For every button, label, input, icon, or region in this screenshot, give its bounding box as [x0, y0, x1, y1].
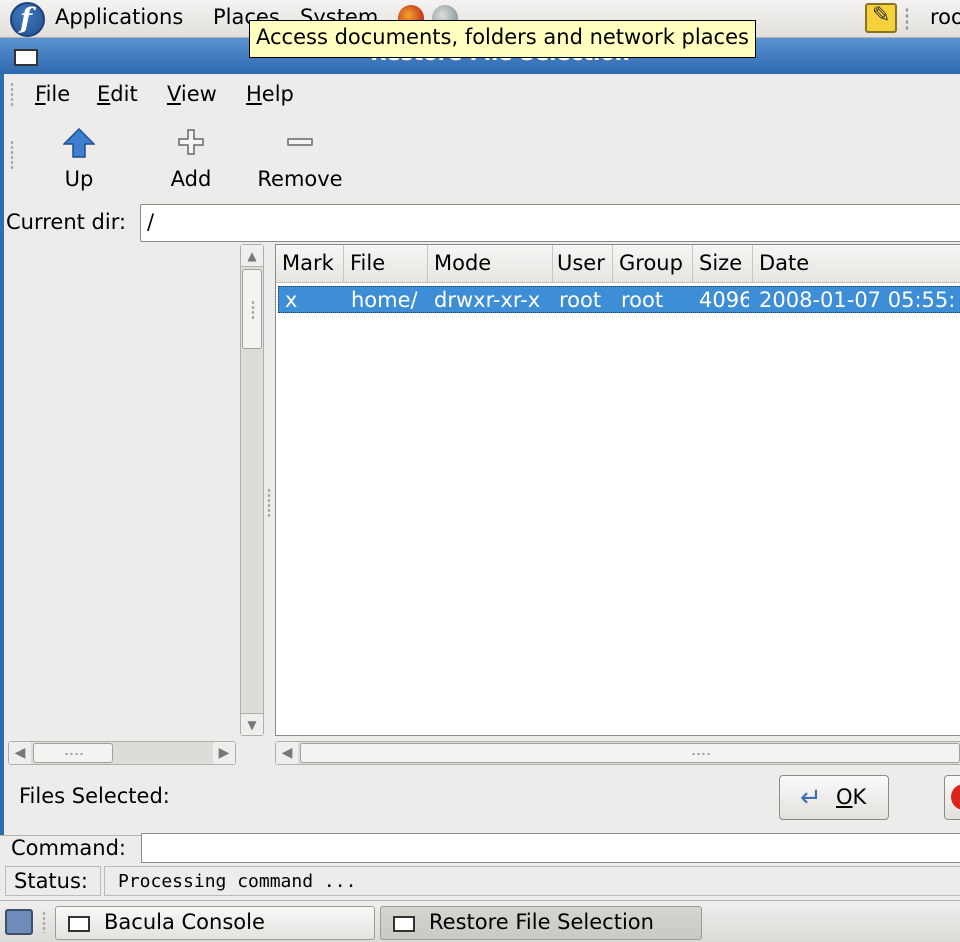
scroll-left-arrow-icon[interactable]: ◀ — [9, 742, 31, 764]
thumb-grip — [691, 752, 711, 756]
cancel-icon — [951, 784, 960, 810]
remove-button[interactable]: Remove — [250, 124, 350, 194]
toolbar: Up Add Remove — [4, 118, 960, 198]
restore-file-selection-window: Restore File Selection File Edit View He… — [0, 38, 960, 835]
applications-menu[interactable]: Applications — [55, 5, 183, 29]
cell-mark: x — [285, 288, 298, 312]
scroll-left-arrow-icon[interactable]: ◀ — [276, 742, 298, 764]
list-horizontal-scrollbar[interactable]: ◀ — [275, 741, 960, 765]
tree-vertical-scrollbar[interactable]: ▲ ▼ — [240, 244, 264, 736]
list-hscroll-thumb[interactable] — [300, 743, 960, 763]
tree-scroll-thumb[interactable] — [242, 269, 262, 349]
up-button[interactable]: Up — [44, 124, 114, 194]
bottom-taskbar: Bacula Console Restore File Selection — [0, 900, 960, 942]
window-icon — [393, 916, 415, 932]
file-list[interactable]: Mark File Mode User Group Size Date x ho… — [275, 244, 960, 736]
remove-button-label: Remove — [257, 167, 343, 191]
up-arrow-icon — [63, 128, 95, 158]
window-icon — [68, 916, 90, 932]
notes-applet-icon[interactable] — [865, 3, 897, 33]
cell-user: root — [559, 288, 602, 312]
menu-view[interactable]: View — [167, 82, 217, 106]
minus-icon — [287, 138, 313, 146]
column-file[interactable]: File — [344, 245, 428, 283]
tree-hscroll-thumb[interactable] — [33, 743, 113, 763]
user-name[interactable]: roo — [930, 5, 960, 29]
show-desktop-icon[interactable] — [5, 909, 33, 935]
status-value: Processing command ... — [104, 866, 960, 896]
menubar: File Edit View Help — [4, 76, 960, 116]
add-button-label: Add — [170, 167, 212, 191]
taskbar-grip[interactable] — [42, 911, 46, 933]
column-size[interactable]: Size — [693, 245, 753, 283]
task-bacula-console[interactable]: Bacula Console — [55, 906, 375, 940]
command-input[interactable] — [141, 833, 960, 863]
current-dir-label: Current dir: — [6, 210, 127, 234]
bacula-console-area: Command: Status: Processing command ... — [0, 833, 960, 900]
up-button-label: Up — [64, 167, 94, 191]
ok-arrow-icon: ↵ — [800, 783, 822, 813]
fedora-logo-icon[interactable]: f — [10, 2, 45, 37]
column-group[interactable]: Group — [613, 245, 693, 283]
menu-help[interactable]: Help — [246, 82, 294, 106]
scroll-right-arrow-icon[interactable]: ▶ — [213, 742, 235, 764]
plus-icon — [178, 129, 204, 155]
column-user[interactable]: User — [551, 245, 613, 283]
files-selected-label: Files Selected: — [19, 784, 170, 808]
status-label: Status: — [5, 866, 101, 896]
thumb-grip — [64, 752, 84, 756]
directory-tree-pane[interactable] — [4, 244, 239, 734]
cell-group: root — [621, 288, 664, 312]
add-button[interactable]: Add — [156, 124, 226, 194]
scroll-down-arrow-icon[interactable]: ▼ — [241, 713, 263, 735]
cell-date: 2008-01-07 05:55: — [759, 288, 956, 312]
task-label: Restore File Selection — [429, 910, 654, 934]
menu-edit[interactable]: Edit — [97, 82, 138, 106]
file-list-header: Mark File Mode User Group Size Date — [276, 245, 960, 283]
toolbar-grip[interactable] — [10, 140, 14, 170]
command-label: Command: — [11, 836, 127, 860]
scroll-up-arrow-icon[interactable]: ▲ — [241, 245, 263, 267]
current-dir-input[interactable]: / — [140, 204, 960, 242]
table-row[interactable]: x home/ drwxr-xr-x root root 4096 2008-0… — [278, 286, 960, 313]
cancel-button[interactable] — [944, 775, 960, 820]
ok-button[interactable]: ↵ OK — [779, 775, 889, 820]
places-tooltip: Access documents, folders and network pl… — [249, 20, 756, 58]
task-restore-file-selection[interactable]: Restore File Selection — [380, 906, 702, 940]
pane-splitter[interactable] — [267, 488, 271, 518]
panel-separator — [905, 7, 909, 31]
column-date[interactable]: Date — [753, 245, 960, 283]
menu-file[interactable]: File — [35, 82, 70, 106]
cell-mode: drwxr-xr-x — [434, 288, 541, 312]
column-mark[interactable]: Mark — [276, 245, 344, 283]
task-label: Bacula Console — [104, 910, 265, 934]
menubar-grip[interactable] — [10, 82, 14, 108]
ok-button-label: OK — [836, 785, 867, 809]
column-mode[interactable]: Mode — [428, 245, 553, 283]
thumb-grip — [251, 300, 255, 320]
cell-file: home/ — [351, 288, 418, 312]
tree-horizontal-scrollbar[interactable]: ◀ ▶ — [8, 741, 236, 765]
cell-size: 4096 — [699, 288, 749, 312]
